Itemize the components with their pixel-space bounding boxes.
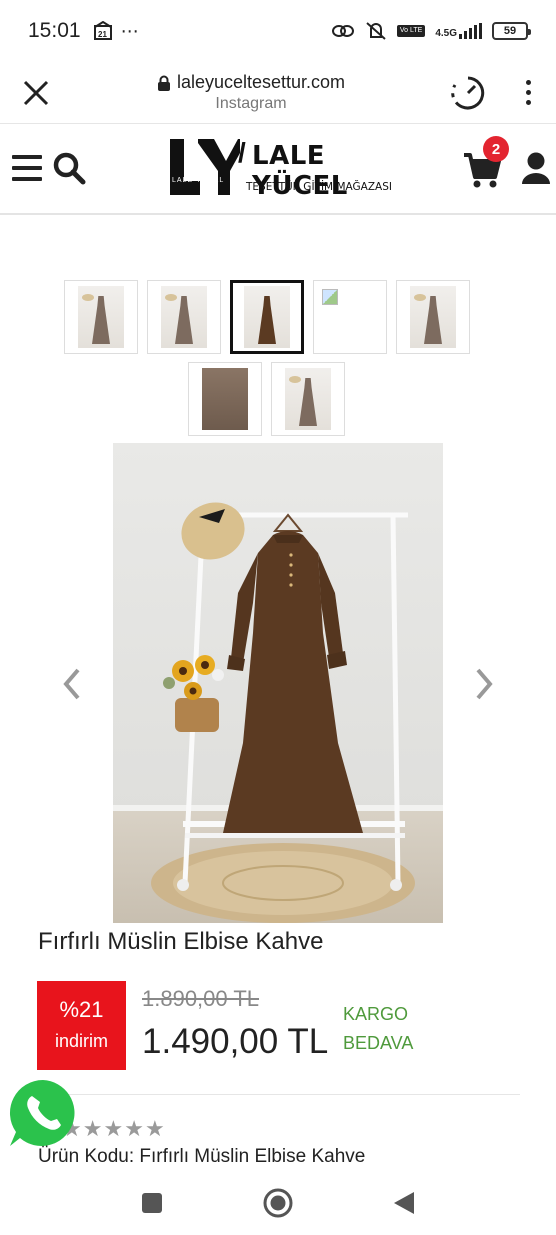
signal-icon	[459, 23, 482, 39]
thumbnail-6[interactable]	[188, 362, 262, 436]
product-thumbnail-image	[285, 368, 331, 430]
system-navigation-bar	[0, 1170, 556, 1235]
whatsapp-button[interactable]	[6, 1076, 80, 1150]
logo-mark-icon	[170, 139, 240, 195]
product-thumbnail-image	[410, 286, 456, 348]
browser-menu-button[interactable]	[518, 75, 538, 111]
dress-photo	[113, 443, 443, 923]
link-icon	[331, 25, 354, 37]
site-logo[interactable]: LALE YÜCEL / LALE YÜCEL TESETTÜR GİYİM M…	[168, 137, 392, 201]
discount-label: indirim	[54, 1031, 108, 1051]
account-button[interactable]	[520, 151, 552, 185]
star-icon: ★	[82, 1116, 103, 1141]
menu-button[interactable]	[12, 155, 42, 181]
more-notifications-icon: ⋯	[120, 20, 139, 41]
timer-icon	[451, 76, 485, 109]
mute-icon	[366, 22, 386, 40]
user-icon	[522, 152, 550, 184]
source-app: Instagram	[215, 95, 287, 112]
search-icon	[53, 152, 86, 185]
svg-text:21: 21	[98, 30, 107, 39]
site-header: LALE YÜCEL / LALE YÜCEL TESETTÜR GİYİM M…	[0, 125, 556, 215]
close-button[interactable]	[18, 75, 54, 111]
discount-percent: %21	[59, 997, 104, 1022]
main-product-image[interactable]	[113, 443, 443, 923]
product-title: Fırfırlı Müslin Elbise Kahve	[38, 928, 324, 955]
browser-bar: laleyuceltesettur.com Instagram	[0, 62, 556, 124]
old-price: 1.890,00 TL	[142, 986, 260, 1011]
square-icon	[142, 1192, 162, 1213]
product-thumbnail-image	[78, 286, 124, 348]
star-icon: ★	[144, 1116, 165, 1141]
network-type: 4.5G	[435, 28, 457, 39]
back-triangle-icon	[394, 1191, 414, 1214]
thumbnail-5[interactable]	[396, 280, 470, 354]
divider	[38, 1094, 520, 1095]
thumbnail-2[interactable]	[147, 280, 221, 354]
battery-icon: 59	[492, 22, 531, 40]
search-button[interactable]	[52, 151, 86, 185]
home-button[interactable]	[260, 1185, 296, 1221]
whatsapp-icon	[9, 1080, 75, 1146]
cart-count-badge: 2	[483, 136, 509, 162]
gallery-next-button[interactable]	[472, 664, 496, 704]
thumbnail-strip	[64, 280, 470, 354]
page-load-timer-button[interactable]	[448, 73, 488, 113]
status-bar: 15:01 21 ⋯ Vo LTE 4.5G 59	[0, 0, 556, 62]
back-button[interactable]	[386, 1185, 422, 1221]
chevron-left-icon	[63, 668, 80, 700]
home-circle-icon	[263, 1188, 293, 1217]
current-price: 1.490,00 TL	[142, 1022, 329, 1061]
thumbnail-7[interactable]	[271, 362, 345, 436]
thumbnail-3-active[interactable]	[230, 280, 304, 354]
thumbnail-1[interactable]	[64, 280, 138, 354]
thumbnail-4-broken[interactable]	[313, 280, 387, 354]
battery-level: 59	[503, 25, 517, 37]
gallery-prev-button[interactable]	[60, 664, 84, 704]
url-text: laleyuceltesettur.com	[176, 72, 346, 92]
star-icon: ★	[103, 1116, 124, 1141]
logo-mark-text: LALE YÜCEL	[172, 177, 225, 184]
volte-icon: Vo LTE	[396, 25, 426, 37]
thumbnail-strip-row-2	[188, 362, 346, 436]
product-thumbnail-image	[244, 286, 290, 348]
close-icon	[23, 80, 49, 105]
logo-tagline: TESETTÜR GİYİM MAĞAZASI	[246, 181, 392, 193]
product-thumbnail-image	[202, 368, 248, 430]
recents-button[interactable]	[134, 1185, 170, 1221]
lock-icon	[157, 75, 170, 91]
product-thumbnail-image	[161, 286, 207, 348]
address-bar[interactable]: laleyuceltesettur.com Instagram	[54, 72, 448, 113]
discount-badge: %21 indirim	[37, 981, 126, 1070]
product-code: Ürün Kodu: Fırfırlı Müslin Elbise Kahve	[38, 1146, 366, 1167]
broken-image-icon	[322, 289, 338, 305]
star-icon: ★	[124, 1116, 144, 1141]
chevron-right-icon	[476, 668, 493, 700]
calendar-notification-icon: 21	[93, 21, 112, 40]
status-time: 15:01	[28, 19, 81, 42]
free-shipping-label: KARGO BEDAVA	[343, 1004, 414, 1053]
